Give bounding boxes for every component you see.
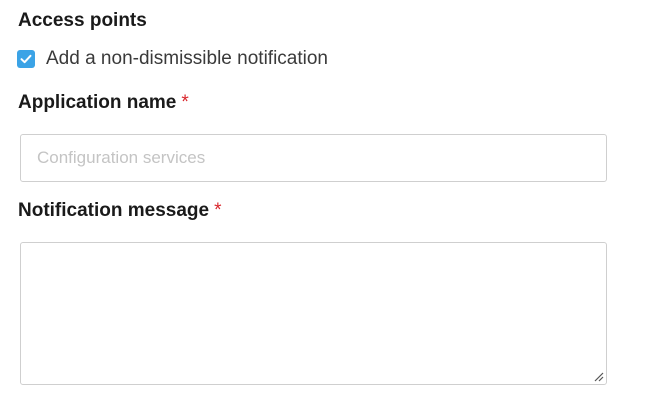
notification-message-label-text: Notification message	[18, 200, 210, 221]
resize-handle-icon[interactable]	[592, 370, 604, 382]
required-mark: *	[214, 200, 222, 221]
application-name-label-text: Application name	[18, 92, 177, 113]
checkmark-icon	[20, 54, 32, 64]
notification-message-label: Notification message *	[18, 199, 222, 223]
section-title: Access points	[18, 10, 147, 31]
notification-message-textarea[interactable]	[20, 242, 607, 385]
non-dismissible-notification-checkbox-row[interactable]: Add a non-dismissible notification	[17, 47, 328, 71]
checkbox-label: Add a non-dismissible notification	[46, 48, 328, 69]
application-name-input[interactable]	[20, 134, 607, 182]
access-points-form: Access points Add a non-dismissible noti…	[0, 0, 656, 411]
required-mark: *	[181, 92, 189, 113]
application-name-label: Application name *	[18, 91, 189, 115]
non-dismissible-notification-checkbox[interactable]	[17, 50, 35, 68]
